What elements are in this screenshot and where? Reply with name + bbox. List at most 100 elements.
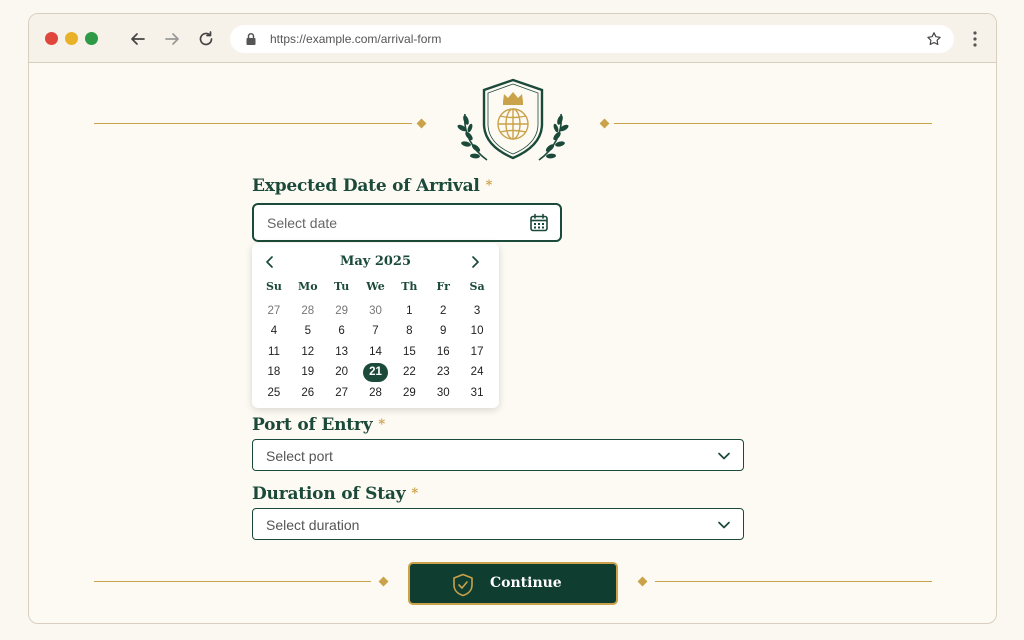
calendar-day-number: 23 <box>436 366 450 379</box>
calendar-day[interactable]: 3 <box>460 301 494 321</box>
calendar-day[interactable]: 28 <box>291 301 325 321</box>
chevron-down-icon <box>718 452 730 460</box>
calendar-day[interactable]: 8 <box>392 321 426 341</box>
calendar-day-number: 9 <box>440 325 447 338</box>
diamond-ornament <box>416 118 427 129</box>
calendar-icon[interactable] <box>529 213 549 233</box>
divider-line <box>614 123 932 124</box>
calendar-day[interactable]: 7 <box>359 321 393 341</box>
calendar-day-number: 30 <box>436 386 450 399</box>
browser-toolbar: https://example.com/arrival-form <box>29 14 996 63</box>
weekday-header: Tu <box>334 280 350 293</box>
weekday-header: Th <box>401 280 418 293</box>
calendar-day-number: 20 <box>335 366 349 379</box>
calendar-day[interactable]: 14 <box>359 342 393 362</box>
continue-button[interactable]: Continue <box>408 562 618 605</box>
calendar-day-selected[interactable]: 21 <box>359 362 393 383</box>
calendar-day[interactable]: 15 <box>392 342 426 362</box>
datepicker-popup: May 2025 Su Mo Tu We Th Fr Sa 27 28 29 30 1 2 3 4 5 6 7 8 9… <box>252 243 499 408</box>
port-of-entry-label: Port of Entry * <box>252 415 385 435</box>
arrival-date-input[interactable]: Select date <box>252 203 562 242</box>
required-asterisk: * <box>411 486 419 501</box>
duration-of-stay-select[interactable]: Select duration <box>252 508 744 540</box>
calendar-day-number: 13 <box>335 345 349 358</box>
address-bar[interactable]: https://example.com/arrival-form <box>230 25 954 53</box>
kebab-menu-icon[interactable] <box>965 28 985 50</box>
minimize-window-dot[interactable] <box>65 32 78 45</box>
weekday-header: We <box>366 280 385 293</box>
calendar-day-number: 12 <box>301 345 315 358</box>
calendar-day[interactable]: 18 <box>257 362 291 382</box>
calendar-day-number: 3 <box>473 305 481 317</box>
divider-line <box>94 123 412 124</box>
divider-line <box>655 581 932 582</box>
forward-arrow-icon[interactable] <box>161 28 183 50</box>
crest-emblem-icon <box>457 78 569 161</box>
calendar-day-number: 8 <box>406 325 413 338</box>
calendar-day-number: 7 <box>372 325 379 338</box>
calendar-day-number: 1 <box>406 305 413 317</box>
calendar-day-number: 10 <box>470 325 484 338</box>
continue-button-label: Continue <box>490 575 562 591</box>
calendar-day[interactable]: 11 <box>257 342 291 362</box>
duration-placeholder: Select duration <box>266 517 360 533</box>
calendar-day-number: 29 <box>335 305 349 317</box>
calendar-day[interactable]: 16 <box>426 342 460 362</box>
calendar-day[interactable]: 27 <box>257 301 291 321</box>
calendar-day[interactable]: 19 <box>291 362 325 382</box>
calendar-day-number: 29 <box>402 386 416 399</box>
divider-line <box>94 581 371 582</box>
arrival-date-label: Expected Date of Arrival * <box>252 176 492 196</box>
diamond-ornament <box>378 576 389 587</box>
calendar-day-number: 15 <box>402 345 416 358</box>
calendar-day-number: 11 <box>267 345 280 358</box>
calendar-day[interactable]: 1 <box>392 301 426 321</box>
chevron-down-icon <box>718 521 730 529</box>
calendar-day[interactable]: 31 <box>460 383 494 403</box>
calendar-day[interactable]: 24 <box>460 362 494 382</box>
calendar-day-number: 14 <box>369 345 382 358</box>
calendar-day[interactable]: 28 <box>359 383 393 403</box>
calendar-day[interactable]: 30 <box>426 383 460 403</box>
port-of-entry-label-text: Port of Entry <box>252 415 373 435</box>
calendar-day[interactable]: 26 <box>291 383 325 403</box>
calendar-day[interactable]: 23 <box>426 362 460 382</box>
calendar-day[interactable]: 29 <box>392 383 426 403</box>
calendar-day-number: 25 <box>267 386 281 399</box>
back-arrow-icon[interactable] <box>127 28 149 50</box>
calendar-day[interactable]: 30 <box>359 301 393 321</box>
calendar-day[interactable]: 10 <box>460 321 494 341</box>
calendar-day[interactable]: 4 <box>257 321 291 341</box>
calendar-day[interactable]: 9 <box>426 321 460 341</box>
reload-icon[interactable] <box>195 28 217 50</box>
required-asterisk: * <box>485 178 493 193</box>
close-window-dot[interactable] <box>45 32 58 45</box>
calendar-day[interactable]: 13 <box>325 342 359 362</box>
calendar-day[interactable]: 6 <box>325 321 359 341</box>
port-of-entry-select[interactable]: Select port <box>252 439 744 471</box>
maximize-window-dot[interactable] <box>85 32 98 45</box>
calendar-day-number: 16 <box>436 345 450 358</box>
calendar-day[interactable]: 2 <box>426 301 460 321</box>
calendar-day[interactable]: 20 <box>325 362 359 382</box>
calendar-day-number: 6 <box>338 325 345 338</box>
duration-of-stay-label-text: Duration of Stay <box>252 484 406 504</box>
calendar-day-number: 18 <box>267 366 281 379</box>
calendar-day[interactable]: 27 <box>325 383 359 403</box>
diamond-ornament <box>599 118 610 129</box>
shield-check-icon <box>453 573 473 597</box>
calendar-day[interactable]: 12 <box>291 342 325 362</box>
calendar-day-number: 22 <box>402 366 416 379</box>
calendar-day[interactable]: 5 <box>291 321 325 341</box>
star-icon[interactable] <box>926 31 942 47</box>
diamond-ornament <box>637 576 648 587</box>
chevron-right-icon[interactable] <box>467 254 483 270</box>
weekday-header: Fr <box>436 280 450 293</box>
calendar-day-number: 28 <box>369 386 382 399</box>
calendar-day[interactable]: 17 <box>460 342 494 362</box>
calendar-day[interactable]: 22 <box>392 362 426 382</box>
calendar-day-number: 2 <box>440 305 447 317</box>
calendar-day[interactable]: 29 <box>325 301 359 321</box>
calendar-day-number: 4 <box>270 325 278 338</box>
calendar-day[interactable]: 25 <box>257 383 291 403</box>
